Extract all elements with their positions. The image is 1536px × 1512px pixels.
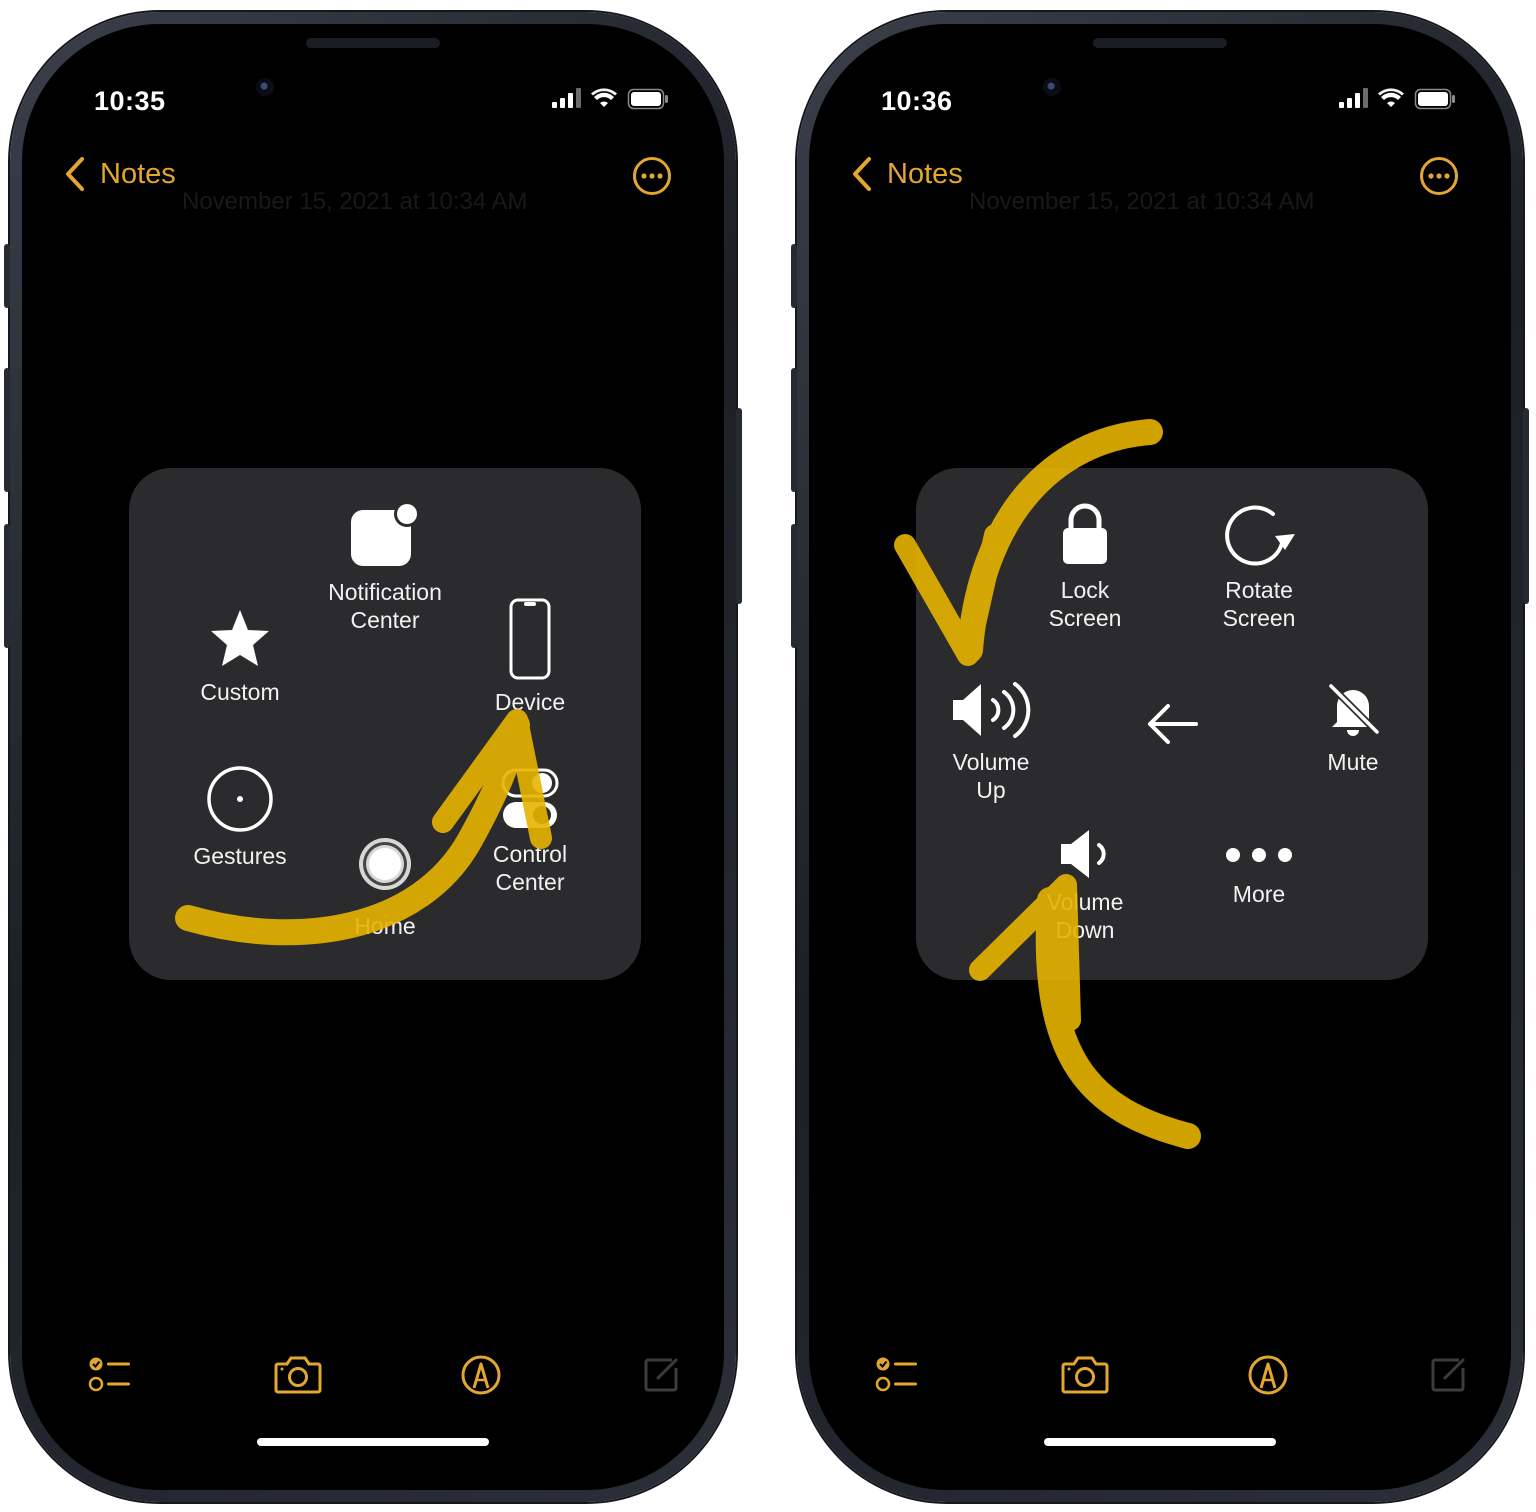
side-hw-button [736, 408, 742, 604]
volume-up-hw-button [791, 368, 797, 492]
wifi-icon [1378, 88, 1404, 107]
phone-left: 10:35 Notes November 15, 2021 at 10:34 A… [4, 12, 742, 1502]
screen: 10:36 Notes November 15, 2021 at 10:34 A… [809, 24, 1511, 1490]
volume-down-hw-button [4, 524, 10, 648]
speaker-wave-1-icon [1061, 830, 1106, 878]
speaker-wave-3-icon [953, 682, 1031, 738]
camera-button[interactable] [1061, 1354, 1109, 1399]
volume-up-hw-button [4, 368, 10, 492]
device-phone-icon [509, 598, 551, 680]
compose-icon [644, 1358, 678, 1392]
status-icons [552, 88, 670, 115]
home-button-icon [359, 838, 411, 890]
control-center-label: Control Center [492, 841, 568, 895]
front-camera-icon [256, 78, 274, 96]
cellular-signal-icon [552, 88, 581, 108]
device-button[interactable]: Device [455, 598, 605, 716]
compose-button[interactable] [1429, 1354, 1469, 1399]
volume-down-label: Volume Down [1046, 889, 1124, 943]
home-button[interactable]: Home [310, 836, 460, 940]
more-label: More [1232, 881, 1286, 907]
home-indicator[interactable] [257, 1438, 489, 1446]
camera-icon [1061, 1356, 1109, 1394]
ellipsis-circle-icon [633, 157, 671, 195]
notification-center-button[interactable]: Notification Center [310, 500, 460, 634]
lock-screen-button[interactable]: Lock Screen [1010, 500, 1160, 632]
checklist-icon [875, 1357, 917, 1392]
wifi-icon [591, 88, 617, 107]
status-time: 10:35 [94, 86, 166, 116]
custom-button[interactable]: Custom [165, 606, 315, 706]
gestures-label: Gestures [193, 843, 287, 869]
notification-center-label: Notification Center [328, 579, 442, 633]
bell-slash-icon [1328, 683, 1380, 736]
front-camera-icon [1043, 78, 1061, 96]
notes-toolbar [22, 1354, 724, 1404]
device-label: Device [494, 689, 566, 715]
custom-label: Custom [200, 679, 280, 705]
more-button[interactable]: More [1184, 838, 1334, 908]
compose-icon [1431, 1358, 1465, 1392]
phone-right: 10:36 Notes November 15, 2021 at 10:34 A… [791, 12, 1529, 1502]
notes-toolbar [809, 1354, 1511, 1404]
lock-icon [1063, 503, 1107, 564]
mute-label: Mute [1327, 749, 1379, 775]
more-options-button[interactable] [1419, 156, 1459, 201]
status-time: 10:36 [881, 86, 953, 116]
rotate-screen-button[interactable]: Rotate Screen [1184, 500, 1334, 632]
back-label: Notes [100, 157, 176, 190]
status-icons [1339, 88, 1457, 115]
chevron-left-icon [66, 157, 84, 191]
volume-up-label: Volume Up [952, 749, 1030, 803]
earpiece-speaker [1093, 38, 1227, 48]
back-button[interactable]: Notes [851, 152, 963, 196]
assistivetouch-device-menu: Lock Screen Rotate Screen Volume Up Mute… [916, 468, 1428, 980]
back-label: Notes [887, 157, 963, 190]
back-arrow-button[interactable] [1097, 702, 1247, 746]
ellipsis-circle-icon [1420, 157, 1458, 195]
screen: 10:35 Notes November 15, 2021 at 10:34 A… [22, 24, 724, 1490]
mute-button[interactable]: Mute [1278, 680, 1428, 776]
chevron-left-icon [853, 157, 871, 191]
volume-down-button[interactable]: Volume Down [1010, 828, 1160, 944]
pen-tip-circle-icon [1248, 1355, 1288, 1395]
checklist-icon [88, 1357, 130, 1392]
compose-button[interactable] [642, 1354, 682, 1399]
rotate-icon [1225, 505, 1295, 566]
battery-icon [627, 88, 668, 110]
home-label: Home [354, 913, 416, 939]
cellular-signal-icon [1339, 88, 1368, 108]
action-button [791, 244, 797, 308]
markup-button[interactable] [1247, 1354, 1289, 1401]
ellipsis-icon [1226, 848, 1292, 862]
assistivetouch-menu: Notification Center Custom Device Gestur… [129, 468, 641, 980]
gestures-circle-icon [207, 766, 273, 832]
earpiece-speaker [306, 38, 440, 48]
checklist-button[interactable] [88, 1354, 132, 1399]
battery-icon [1414, 88, 1455, 110]
note-date: November 15, 2021 at 10:34 AM [969, 188, 1315, 215]
note-date: November 15, 2021 at 10:34 AM [182, 188, 528, 215]
side-hw-button [1523, 408, 1529, 604]
action-button [4, 244, 10, 308]
gestures-button[interactable]: Gestures [165, 764, 315, 870]
volume-down-hw-button [791, 524, 797, 648]
rotate-screen-label: Rotate Screen [1222, 577, 1296, 631]
pen-tip-circle-icon [461, 1355, 501, 1395]
arrow-left-icon [1148, 704, 1198, 744]
back-button[interactable]: Notes [64, 152, 176, 196]
volume-up-button[interactable]: Volume Up [916, 680, 1066, 804]
camera-button[interactable] [274, 1354, 322, 1399]
notification-center-icon [351, 501, 420, 566]
star-icon [211, 610, 269, 666]
more-options-button[interactable] [632, 156, 672, 201]
lock-screen-label: Lock Screen [1048, 577, 1122, 631]
markup-button[interactable] [460, 1354, 502, 1401]
control-center-toggles-icon [501, 768, 559, 828]
control-center-button[interactable]: Control Center [455, 766, 605, 896]
checklist-button[interactable] [875, 1354, 919, 1399]
camera-icon [274, 1356, 322, 1394]
home-indicator[interactable] [1044, 1438, 1276, 1446]
